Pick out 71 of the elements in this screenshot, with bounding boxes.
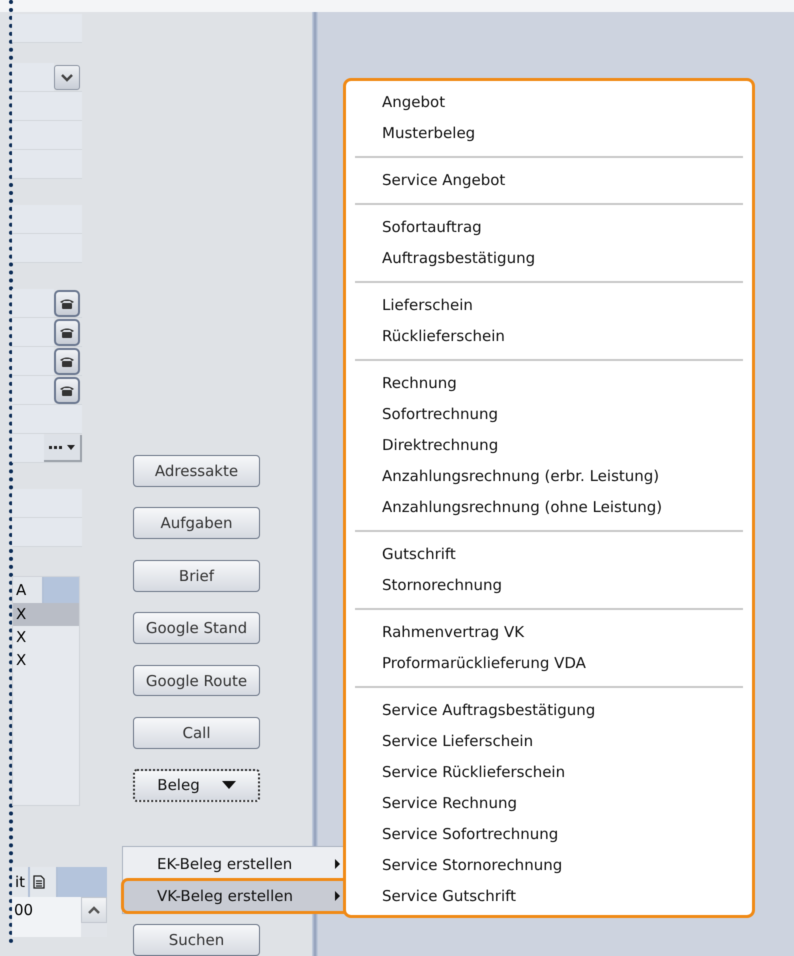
menu-item[interactable]: Proformarücklieferung VDA xyxy=(355,648,743,679)
menu-item[interactable]: Musterbeleg xyxy=(355,118,743,149)
menu-item[interactable]: Service Auftragsbestätigung xyxy=(355,695,743,726)
menu-item[interactable]: Auftragsbestätigung xyxy=(355,243,743,274)
input-field[interactable] xyxy=(12,376,54,404)
ellipsis-icon xyxy=(49,446,63,450)
menu-item[interactable]: Anzahlungsrechnung (ohne Leistung) xyxy=(355,492,743,523)
menu-item[interactable]: Stornorechnung xyxy=(355,570,743,601)
button[interactable]: Google Stand xyxy=(133,612,260,644)
phone-icon xyxy=(59,326,75,338)
table-cell: X xyxy=(16,651,26,669)
input-field[interactable] xyxy=(12,121,82,149)
menu-item[interactable]: Gutschrift xyxy=(355,539,743,570)
menu-item[interactable]: Rücklieferschein xyxy=(355,321,743,352)
button[interactable]: Suchen xyxy=(133,924,260,956)
button[interactable]: Brief xyxy=(133,560,260,592)
input-field[interactable] xyxy=(12,205,82,233)
input-field[interactable] xyxy=(12,405,82,433)
scrollbar[interactable] xyxy=(81,897,107,937)
menu-item[interactable]: Service Lieferschein xyxy=(355,726,743,757)
input-field[interactable] xyxy=(12,14,82,42)
menu-item[interactable]: Service Angebot xyxy=(355,165,743,196)
splitter-bar[interactable] xyxy=(312,12,318,956)
menu-item[interactable]: Service Sofortrechnung xyxy=(355,819,743,850)
input-field[interactable] xyxy=(12,434,44,462)
input-field[interactable] xyxy=(12,489,82,517)
dropdown-arrow-icon xyxy=(67,445,75,450)
input-field[interactable] xyxy=(12,92,82,120)
phone-button[interactable] xyxy=(54,290,80,317)
phone-button[interactable] xyxy=(54,377,80,404)
menu-item[interactable]: Service Stornorechnung xyxy=(355,850,743,881)
input-field[interactable] xyxy=(12,289,54,317)
table-cell: X xyxy=(16,605,26,623)
phone-icon xyxy=(59,298,75,310)
table-cell-text: 00 xyxy=(13,900,34,921)
input-field[interactable] xyxy=(12,234,82,262)
dropdown-button[interactable]: Beleg xyxy=(133,769,260,802)
phone-icon xyxy=(59,356,75,368)
table-cell: X xyxy=(16,628,26,646)
dropdown-button[interactable] xyxy=(54,65,80,90)
phone-button[interactable] xyxy=(54,348,80,375)
chevron-up-icon xyxy=(88,906,100,914)
input-field[interactable] xyxy=(12,347,54,375)
menu-item[interactable]: Rechnung xyxy=(355,368,743,399)
menu-item[interactable]: Service Rechnung xyxy=(355,788,743,819)
menu-item[interactable]: Lieferschein xyxy=(355,290,743,321)
menu-item[interactable]: Angebot xyxy=(355,87,743,118)
phone-icon xyxy=(59,384,75,396)
input-field[interactable] xyxy=(12,318,54,346)
scroll-up-button[interactable] xyxy=(81,897,107,923)
button[interactable]: Call xyxy=(133,716,260,749)
picker-button[interactable] xyxy=(44,435,82,462)
caret-icon xyxy=(222,781,236,790)
chevron-icon xyxy=(61,74,73,82)
phone-button[interactable] xyxy=(54,319,80,346)
button[interactable]: Google Route xyxy=(133,664,260,696)
column-header[interactable]: A xyxy=(13,577,44,603)
menu-item[interactable]: Direktrechnung xyxy=(355,430,743,461)
menu-item[interactable]: Rahmenvertrag VK xyxy=(355,617,743,648)
button[interactable]: Aufgaben xyxy=(133,507,260,540)
document-icon xyxy=(33,875,46,889)
menu-item[interactable]: Service Gutschrift xyxy=(355,881,743,912)
menu-item[interactable]: Sofortauftrag xyxy=(355,212,743,243)
input-field[interactable] xyxy=(12,518,82,546)
button[interactable]: Adressakte xyxy=(133,455,260,487)
input-field[interactable] xyxy=(12,63,54,91)
menu-item[interactable]: Sofortrechnung xyxy=(355,399,743,430)
menu-item[interactable]: Service Rücklieferschein xyxy=(355,757,743,788)
input-field[interactable] xyxy=(12,150,82,178)
table-row[interactable]: X xyxy=(13,603,79,626)
menu-item[interactable]: Anzahlungsrechnung (erbr. Leistung) xyxy=(355,461,743,492)
